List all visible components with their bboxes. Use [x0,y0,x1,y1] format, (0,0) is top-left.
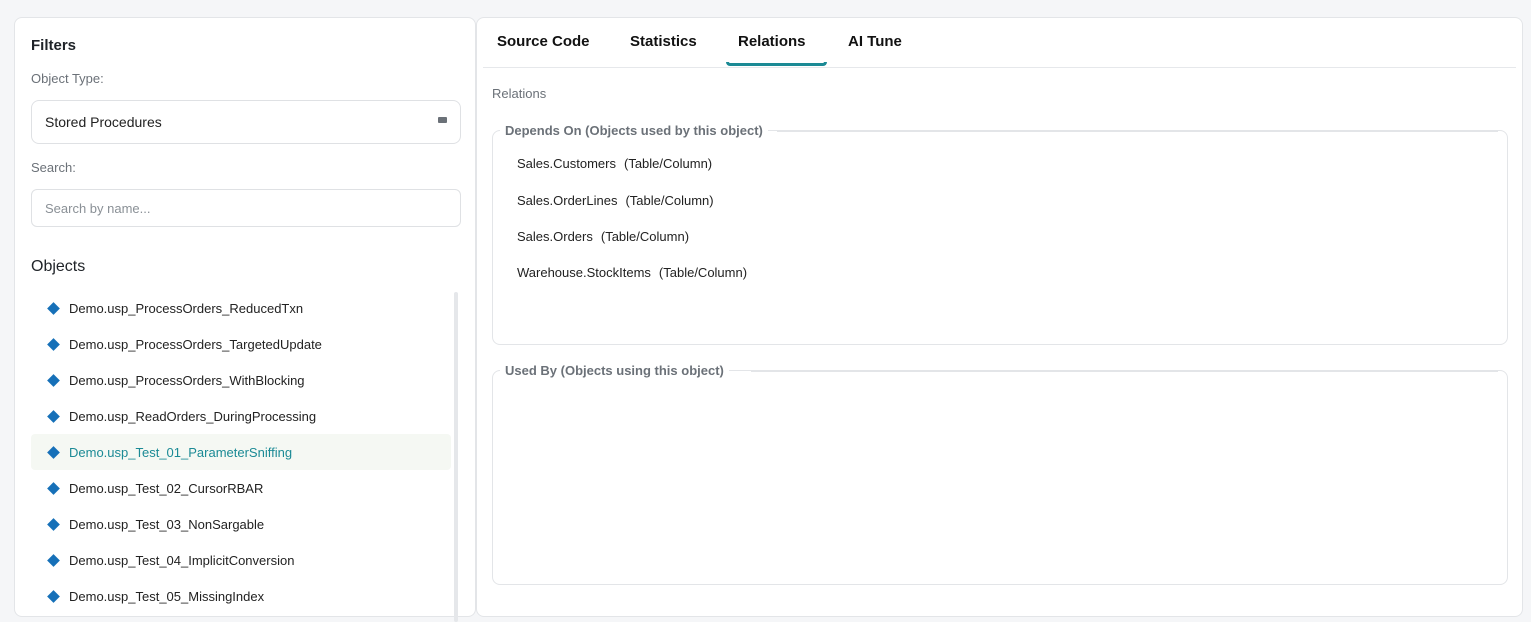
dropdown-icon [438,117,447,123]
tab-statistics[interactable]: Statistics [630,33,697,50]
depends-on-item[interactable]: Sales.Orders (Table/Column) [517,229,689,244]
list-item[interactable]: Demo.usp_ProcessOrders_TargetedUpdate [31,326,451,362]
filters-panel: Filters Object Type: Stored Procedures S… [14,17,476,622]
list-item[interactable]: Demo.usp_ProcessOrders_ReducedTxn [31,290,451,326]
object-type-label: Object Type: [31,71,104,86]
procedure-icon [47,409,60,423]
used-by-group: Used By (Objects using this object) [492,363,1508,585]
objects-scrollbar[interactable] [454,292,458,622]
filters-title: Filters [31,37,77,54]
depends-on-item[interactable]: Warehouse.StockItems (Table/Column) [517,265,747,280]
procedure-icon [47,553,60,567]
procedure-icon [47,373,60,387]
list-item[interactable]: Demo.usp_Test_03_NonSargable [31,506,451,542]
depends-on-item[interactable]: Sales.OrderLines (Table/Column) [517,193,714,208]
list-item[interactable]: Demo.usp_Test_05_MissingIndex [31,578,451,614]
search-label: Search: [31,160,76,175]
used-by-legend: Used By (Objects using this object) [500,363,729,378]
list-item[interactable]: Demo.usp_Test_04_ImplicitConversion [31,542,451,578]
list-item[interactable]: Demo.usp_Test_02_CursorRBAR [31,470,451,506]
procedure-icon [47,517,60,531]
tab-relations[interactable]: Relations [738,33,806,50]
object-type-select[interactable]: Stored Procedures [31,100,461,144]
procedure-icon [47,337,60,351]
tab-source-code[interactable]: Source Code [497,33,590,50]
details-panel: Source Code Statistics Relations AI Tune… [476,17,1523,617]
list-item[interactable]: Demo.usp_ReadOrders_DuringProcessing [31,398,451,434]
depends-on-item[interactable]: Sales.Customers (Table/Column) [517,156,712,171]
list-item[interactable]: Demo.usp_ProcessOrders_WithBlocking [31,362,451,398]
objects-title: Objects [31,258,86,275]
active-tab-indicator [726,62,827,66]
search-input[interactable] [31,189,461,227]
procedure-icon [47,481,60,495]
objects-list: Demo.usp_ProcessOrders_ReducedTxn Demo.u… [31,290,451,620]
tab-ai-tune[interactable]: AI Tune [848,33,902,50]
relations-caption: Relations [492,86,547,101]
list-item-selected[interactable]: Demo.usp_Test_01_ParameterSniffing [31,434,451,470]
procedure-icon [47,445,60,459]
object-type-value: Stored Procedures [45,114,162,130]
depends-on-group: Depends On (Objects used by this object)… [492,123,1508,345]
tab-bar: Source Code Statistics Relations AI Tune [483,18,1516,68]
procedure-icon [47,589,60,603]
depends-on-legend: Depends On (Objects used by this object) [500,123,768,138]
procedure-icon [47,301,60,315]
